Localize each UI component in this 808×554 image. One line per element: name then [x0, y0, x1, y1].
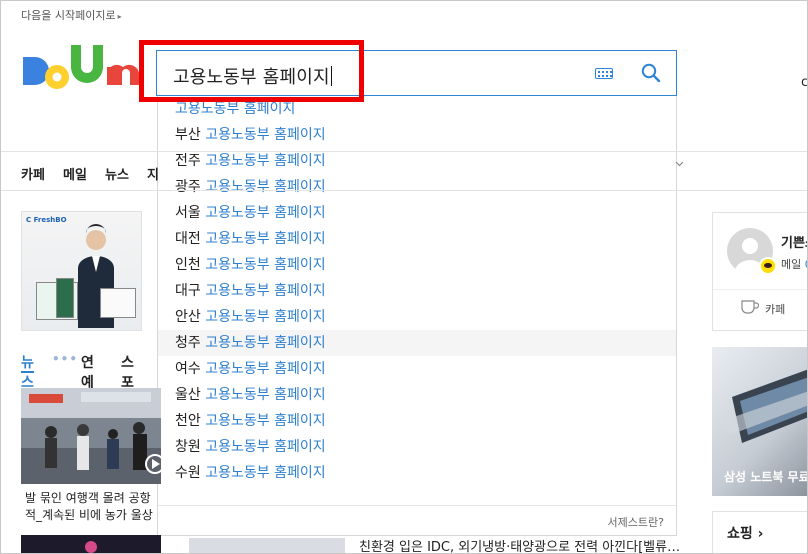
keyboard-icon[interactable] [595, 68, 613, 79]
autocomplete-item[interactable]: 서울 고용노동부 홈페이지 [158, 200, 676, 226]
suggestion-prefix: 창원 [175, 439, 201, 455]
suggest-help-link[interactable]: 서제스트란? [608, 514, 664, 530]
search-icon[interactable] [641, 63, 661, 83]
autocomplete-footer: 서제스트란? [158, 505, 676, 535]
bottom-headline[interactable]: 친환경 입은 IDC, 외기냉방·태양광으로 전력 아낀다[벨류… [359, 536, 680, 553]
divider [713, 289, 807, 290]
cafe-link[interactable]: 카페 [765, 301, 785, 317]
start-page-label: 다음을 시작페이지로 [21, 9, 116, 22]
suggestion-query: 고용노동부 홈페이지 [205, 231, 326, 247]
arrow-right-icon: ▸ [117, 12, 122, 21]
suggestion-query: 고용노동부 홈페이지 [205, 335, 326, 351]
suggestion-prefix: 서울 [175, 205, 201, 221]
suggestion-query: 고용노동부 홈페이지 [205, 387, 326, 403]
thumbnail-image [21, 535, 161, 553]
text-caret [330, 66, 332, 86]
tab-entertainment[interactable]: 연예 [81, 352, 94, 392]
news-photo[interactable] [21, 388, 161, 484]
laptop-image [722, 369, 807, 443]
nav-item-map[interactable]: 지 [147, 164, 159, 183]
autocomplete-item[interactable]: 수원 고용노동부 홈페이지 [158, 460, 676, 486]
nav-item-cafe[interactable]: 카페 [21, 164, 45, 183]
suggestion-prefix: 대구 [175, 283, 201, 299]
set-start-page-link[interactable]: 다음을 시작페이지로 ▸ [21, 7, 122, 23]
autocomplete-item[interactable]: 부산 고용노동부 홈페이지 [158, 122, 676, 148]
daum-logo[interactable] [21, 43, 139, 99]
shopping-title: 쇼핑 › [727, 526, 764, 542]
mail-label: 메일 [781, 258, 802, 271]
autocomplete-item[interactable]: 울산 고용노동부 홈페이지 [158, 382, 676, 408]
autocomplete-item[interactable]: 여수 고용노동부 홈페이지 [158, 356, 676, 382]
suggestion-query: 고용노동부 홈페이지 [205, 309, 326, 325]
news-headline-line: 적_계속된 비에 농가 울상 [25, 508, 153, 522]
autocomplete-item[interactable]: 청주 고용노동부 홈페이지 [158, 330, 676, 356]
more-dots-icon[interactable]: ••• [52, 352, 78, 366]
ad-logo: C FreshBO [26, 216, 67, 224]
autocomplete-item[interactable]: 인천 고용노동부 홈페이지 [158, 252, 676, 278]
search-box[interactable]: 고용노동부 홈페이지 [156, 50, 677, 96]
kakaotalk-icon [759, 257, 777, 275]
autocomplete-item[interactable]: 대전 고용노동부 홈페이지 [158, 226, 676, 252]
suggestion-query: 고용노동부 홈페이지 [205, 257, 326, 273]
suggestion-prefix: 수원 [175, 465, 201, 481]
search-input[interactable]: 고용노동부 홈페이지 [173, 63, 332, 89]
autocomplete-item[interactable]: 대구 고용노동부 홈페이지 [158, 278, 676, 304]
suggestion-prefix: 울산 [175, 387, 201, 403]
bottom-thumbnail[interactable] [21, 535, 161, 553]
user-name[interactable]: 기쁜소 [781, 232, 807, 251]
suggestion-prefix: 청주 [175, 335, 201, 351]
suggestion-query: 고용노동부 홈페이지 [205, 465, 326, 481]
suggestion-prefix: 안산 [175, 309, 201, 325]
suggestion-query: 고용노동부 홈페이지 [205, 283, 326, 299]
product-bag [100, 288, 136, 318]
autocomplete-item[interactable]: 안산 고용노동부 홈페이지 [158, 304, 676, 330]
cup-icon [741, 300, 759, 314]
browser-page: 다음을 시작페이지로 ▸ 고용노동부 홈페이지 고용노동부 홈페이지 부산 고용노… [0, 0, 808, 554]
suggestion-prefix: 천안 [175, 413, 201, 429]
suggestion-prefix: 인천 [175, 257, 201, 273]
autocomplete-item[interactable]: 천안 고용노동부 홈페이지 [158, 408, 676, 434]
nav-item-mail[interactable]: 메일 [63, 164, 87, 183]
news-headline[interactable]: 발 묶인 여행객 몰려 공항 적_계속된 비에 농가 울상 [25, 490, 161, 524]
suggestion-prefix: 부산 [175, 127, 201, 143]
mail-link[interactable]: 메일 0 [781, 256, 807, 272]
nav-item-news[interactable]: 뉴스 [105, 164, 129, 183]
ad-banner[interactable]: C FreshBO [21, 211, 142, 331]
tab-news[interactable]: 뉴스 [21, 352, 34, 392]
suggestion-query: 고용노동부 홈페이지 [205, 127, 326, 143]
suggestion-query: 고용노동부 홈페이지 [205, 205, 326, 221]
global-nav: 카페 메일 뉴스 지 [1, 151, 807, 191]
chevron-down-icon[interactable] [675, 161, 684, 167]
login-panel: 기쁜소 메일 0 카페 [712, 212, 807, 331]
suggestion-prefix: 대전 [175, 231, 201, 247]
suggestion-query: 고용노동부 홈페이지 [205, 439, 326, 455]
autocomplete-item[interactable]: 창원 고용노동부 홈페이지 [158, 434, 676, 460]
suggestion-query: 고용노동부 홈페이지 [205, 413, 326, 429]
suggestion-prefix: 여수 [175, 361, 201, 377]
suggestion-query: 고용노동부 홈페이지 [205, 361, 326, 377]
autocomplete-item[interactable]: 고용노동부 홈페이지 [158, 96, 676, 122]
bottom-thumbnail-2[interactable] [189, 538, 345, 553]
clipped-text: c [801, 75, 808, 90]
news-headline-line: 발 묶인 여행객 몰려 공항 [25, 491, 151, 505]
product-box [56, 278, 74, 318]
right-ad-text: 삼성 노트북 무료 [724, 470, 808, 484]
right-ad-banner[interactable]: 삼성 노트북 무료 [712, 347, 808, 496]
shopping-section[interactable]: 쇼핑 › [712, 511, 807, 553]
